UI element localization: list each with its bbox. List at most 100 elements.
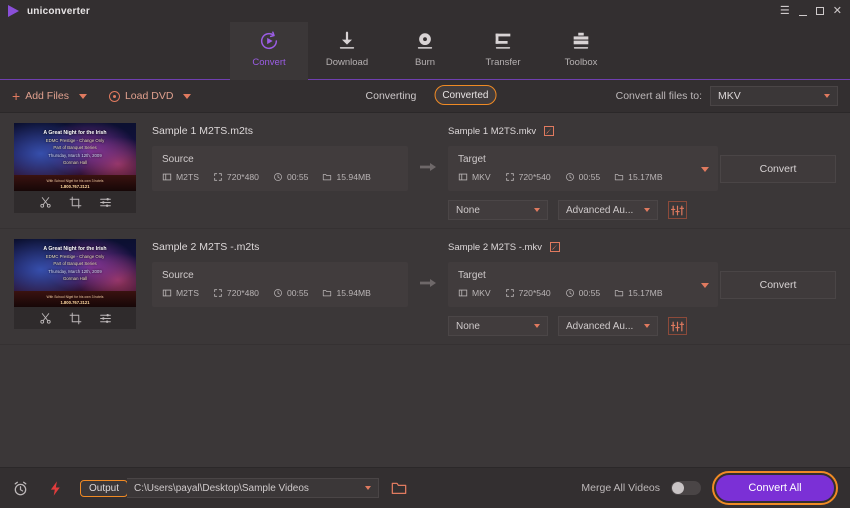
format-icon — [458, 173, 468, 181]
direction-arrow-column — [408, 239, 448, 344]
file-row: A Great Night for the Irish EDMC Prestig… — [0, 113, 850, 229]
video-thumbnail[interactable]: A Great Night for the Irish EDMC Prestig… — [14, 239, 136, 307]
maximize-icon[interactable] — [815, 7, 824, 15]
source-title: Source — [162, 154, 194, 165]
alarm-icon[interactable] — [12, 480, 29, 497]
target-format: MKV — [458, 288, 491, 298]
convert-all-to-value: MKV — [718, 90, 741, 102]
subtitle-select[interactable]: None — [448, 316, 548, 336]
minimize-icon[interactable] — [798, 14, 807, 16]
poster-line2: EDMC Prestige - Change Only — [45, 138, 105, 144]
convert-all-to-select[interactable]: MKV — [710, 86, 838, 106]
convert-button[interactable]: Convert — [720, 271, 836, 299]
transfer-icon — [495, 33, 511, 49]
audio-select[interactable]: Advanced Au... — [558, 200, 658, 220]
thumbnail-column: A Great Night for the Irish EDMC Prestig… — [14, 123, 136, 228]
target-format-dropdown-icon[interactable] — [701, 282, 709, 288]
bottom-right-group: Merge All Videos Convert All — [581, 471, 838, 505]
source-duration-value: 00:55 — [286, 172, 309, 182]
target-filename: Sample 2 M2TS -.mkv — [448, 241, 542, 253]
source-panel: Source M2TS 720*480 00:55 15.94MB — [152, 146, 408, 191]
target-title: Target — [458, 154, 486, 165]
add-files-dropdown-icon[interactable] — [78, 93, 87, 99]
crop-icon[interactable] — [69, 196, 82, 209]
source-filename: Sample 1 M2TS.m2ts — [152, 125, 253, 137]
open-folder-icon[interactable] — [391, 481, 407, 495]
trim-icon[interactable] — [39, 196, 52, 209]
bolt-icon[interactable] — [47, 480, 64, 497]
nav-label-download: Download — [325, 57, 369, 68]
tab-converting[interactable]: Converting — [354, 85, 429, 107]
source-size: 15.94MB — [322, 288, 371, 298]
target-size-value: 15.17MB — [628, 288, 663, 298]
audio-equalizer-button[interactable] — [668, 201, 687, 219]
folder-icon — [323, 174, 332, 181]
nav-item-download[interactable]: Download — [308, 22, 386, 80]
app-title: uniconverter — [27, 5, 90, 17]
nav-item-transfer[interactable]: Transfer — [464, 22, 542, 80]
nav-item-convert[interactable]: Convert — [230, 22, 308, 80]
close-icon[interactable]: ✕ — [833, 5, 842, 17]
format-icon — [162, 289, 172, 297]
load-dvd-label: Load DVD — [124, 90, 174, 102]
nav-item-toolbox[interactable]: Toolbox — [542, 22, 620, 80]
equalizer-icon — [671, 205, 684, 215]
target-format-dropdown-icon[interactable] — [701, 166, 709, 172]
poster-line3: Part of Banquet Series — [53, 261, 97, 267]
effect-icon[interactable] — [99, 196, 112, 209]
format-icon — [162, 173, 172, 181]
menu-icon[interactable]: ☰ — [780, 5, 790, 17]
poster-title: A Great Night for the Irish — [43, 246, 107, 252]
chevron-down-icon — [644, 208, 650, 212]
poster-line3: Part of Banquet Series — [53, 145, 97, 151]
action-toolbar: + Add Files Load DVD Converting Converte… — [0, 80, 850, 113]
edit-icon[interactable] — [549, 241, 561, 253]
tab-converted[interactable]: Converted — [434, 85, 497, 105]
poster-band-line2: 1.800.767.2121 — [60, 300, 90, 305]
trim-icon[interactable] — [39, 312, 52, 325]
clock-icon — [565, 289, 574, 297]
source-meta: M2TS 720*480 00:55 15.94MB — [162, 288, 398, 298]
output-path-value: C:\Users\payal\Desktop\Sample Videos — [134, 482, 309, 494]
target-name-row: Sample 2 M2TS -.mkv — [448, 241, 718, 253]
target-size: 15.17MB — [614, 172, 663, 182]
nav-item-burn[interactable]: Burn — [386, 22, 464, 80]
load-dvd-button[interactable]: Load DVD — [108, 90, 174, 102]
target-resolution-value: 720*540 — [518, 172, 551, 182]
resolution-icon — [214, 173, 222, 181]
target-duration: 00:55 — [565, 172, 600, 182]
poster-line2: EDMC Prestige - Change Only — [45, 254, 105, 260]
audio-select[interactable]: Advanced Au... — [558, 316, 658, 336]
clock-icon — [565, 173, 574, 181]
output-path-input[interactable]: C:\Users\payal\Desktop\Sample Videos — [127, 478, 380, 498]
convert-button[interactable]: Convert — [720, 155, 836, 183]
video-thumbnail[interactable]: A Great Night for the Irish EDMC Prestig… — [14, 123, 136, 191]
source-size-value: 15.94MB — [336, 172, 371, 182]
file-row: A Great Night for the Irish EDMC Prestig… — [0, 229, 850, 345]
source-column: Sample 1 M2TS.m2ts Source M2TS 720*480 0… — [152, 123, 408, 228]
audio-equalizer-button[interactable] — [668, 317, 687, 335]
source-meta: M2TS 720*480 00:55 15.94MB — [162, 172, 398, 182]
convert-all-button[interactable]: Convert All — [716, 475, 834, 501]
resolution-icon — [505, 289, 514, 297]
clock-icon — [274, 289, 282, 297]
edit-icon[interactable] — [543, 125, 555, 137]
convert-all-to-label: Convert all files to: — [615, 90, 702, 102]
convert-all-to-group: Convert all files to: MKV — [616, 86, 838, 106]
resolution-icon — [214, 289, 222, 297]
target-format-value: MKV — [472, 288, 491, 298]
poster-band-line1: With School Nigel for his own 3 hotels — [46, 179, 104, 183]
nav-label-transfer: Transfer — [485, 57, 521, 68]
add-files-button[interactable]: + Add Files — [12, 89, 69, 103]
target-size: 15.17MB — [614, 288, 663, 298]
effect-icon[interactable] — [99, 312, 112, 325]
merge-all-videos-toggle[interactable] — [671, 481, 701, 495]
load-dvd-dropdown-icon[interactable] — [183, 93, 192, 99]
output-label-button[interactable]: Output — [80, 479, 129, 497]
target-size-value: 15.17MB — [628, 172, 663, 182]
poster-line5: Gorman Hall — [62, 275, 88, 281]
subtitle-select[interactable]: None — [448, 200, 548, 220]
merge-all-videos-label: Merge All Videos — [581, 482, 660, 494]
crop-icon[interactable] — [69, 312, 82, 325]
disc-icon — [108, 90, 120, 102]
